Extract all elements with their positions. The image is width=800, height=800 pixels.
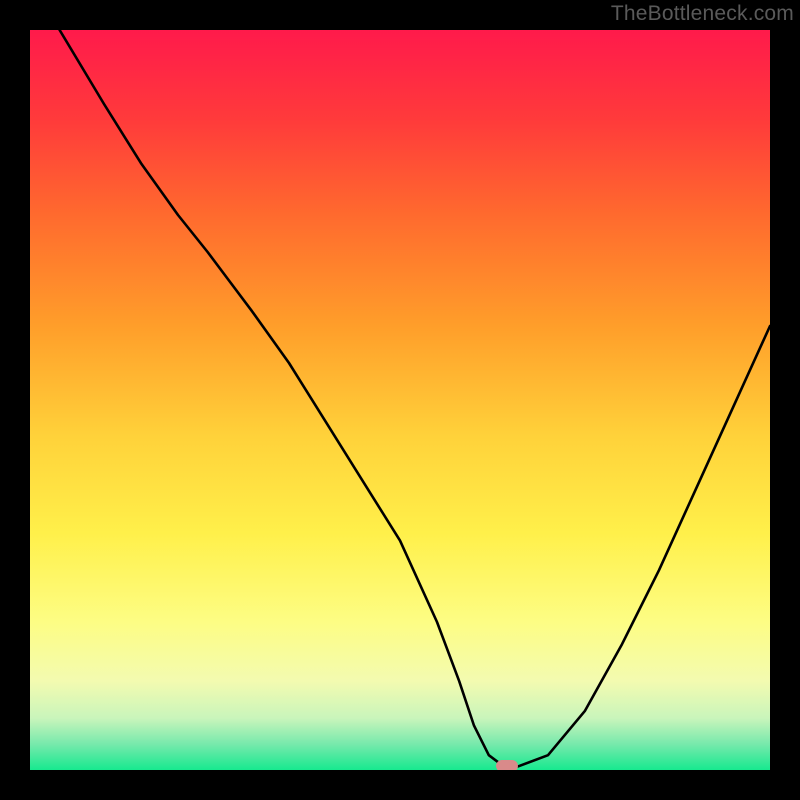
chart-frame: TheBottleneck.com [0,0,800,800]
chart-svg [30,30,770,770]
plot-area [30,30,770,770]
optimum-marker [496,760,518,770]
gradient-rect [30,30,770,770]
watermark-text: TheBottleneck.com [611,2,794,26]
